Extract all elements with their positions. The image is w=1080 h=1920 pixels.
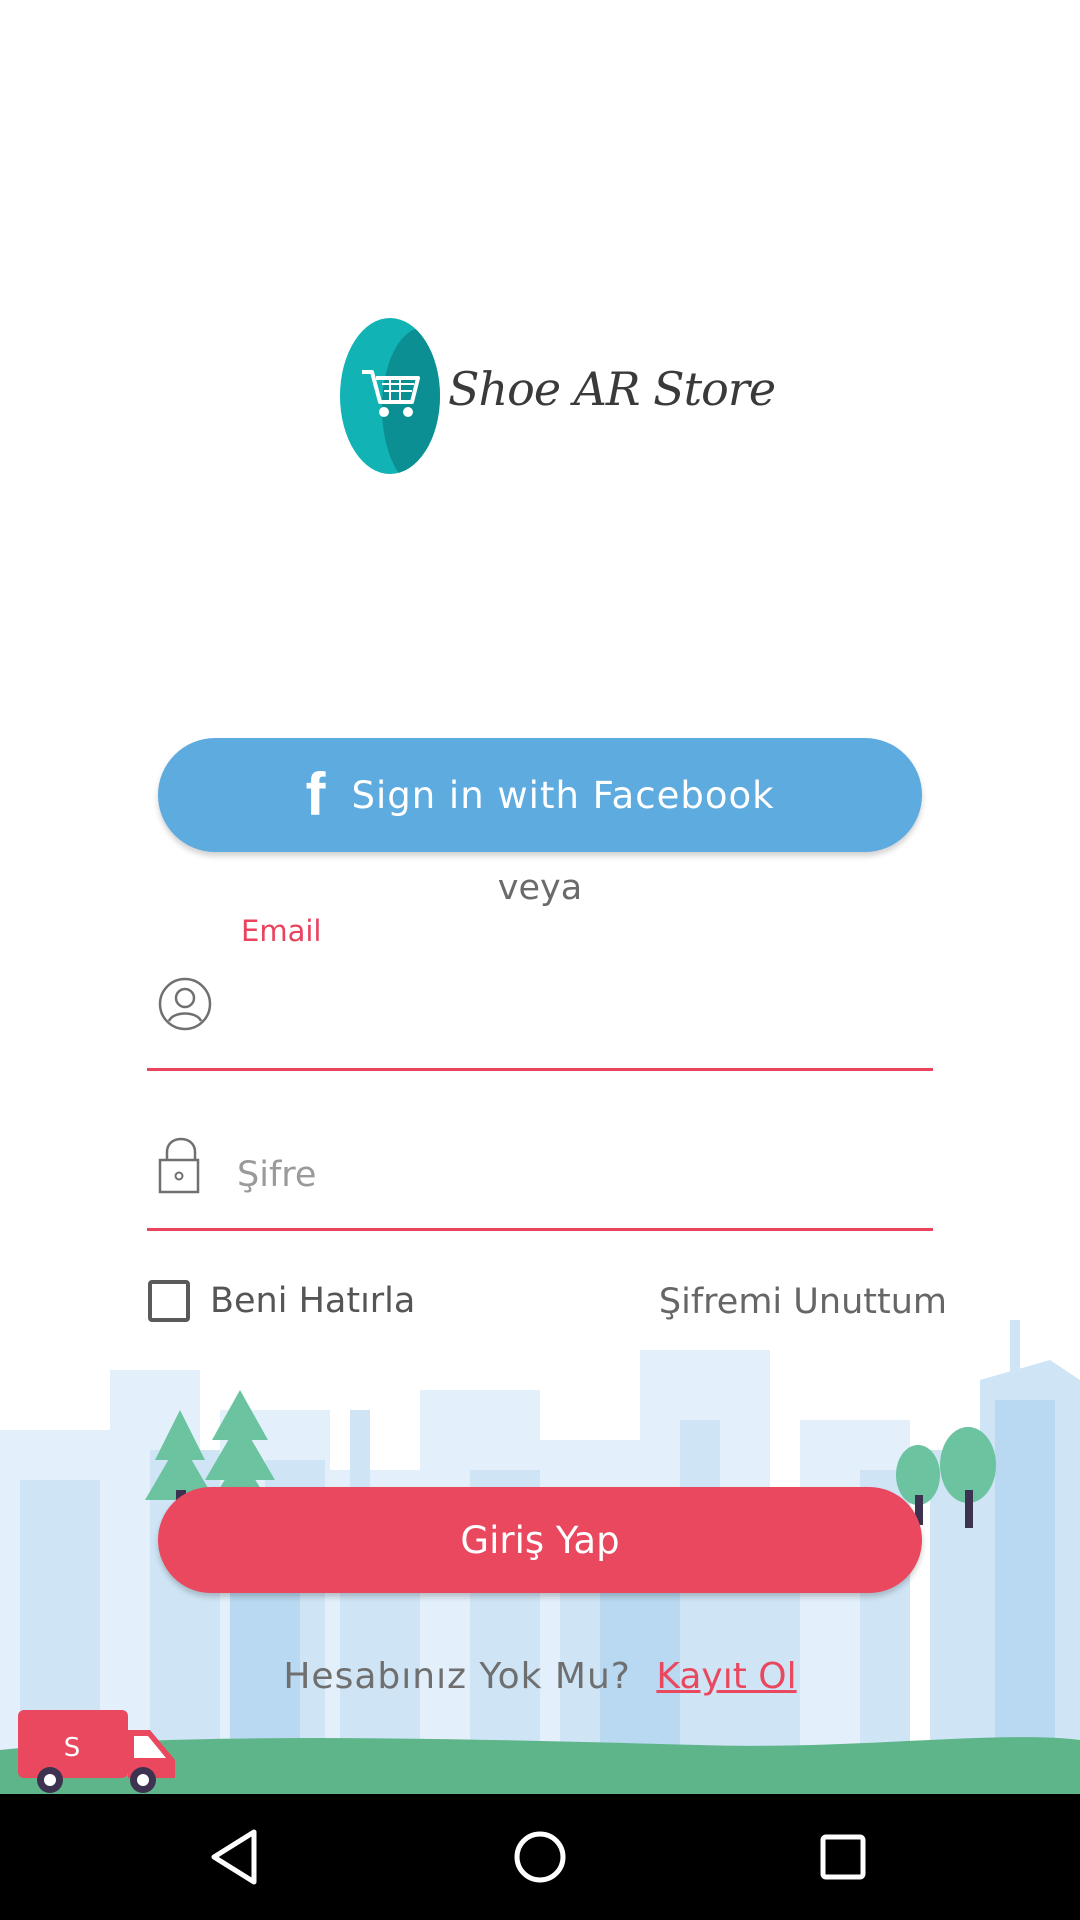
email-label: Email	[241, 914, 322, 948]
signup-row: Hesabınız Yok Mu? Kayıt Ol	[0, 1656, 1080, 1697]
facebook-signin-button[interactable]: f Sign in with Facebook	[158, 738, 922, 852]
email-input[interactable]	[235, 982, 919, 1048]
login-screen: S Shoe AR Store f Sign in with Facebook …	[0, 0, 1080, 1794]
login-button[interactable]: Giriş Yap	[158, 1487, 922, 1593]
or-separator: veya	[497, 868, 583, 908]
login-button-label: Giriş Yap	[460, 1518, 620, 1562]
remember-me-checkbox[interactable]: Beni Hatırla	[148, 1280, 415, 1322]
home-circle-icon[interactable]	[505, 1822, 575, 1892]
svg-text:S: S	[64, 1733, 81, 1763]
app-logo: Shoe AR Store	[340, 316, 776, 476]
navigation-bar	[0, 1794, 1080, 1920]
lock-icon	[158, 1137, 200, 1194]
logo-text: Shoe AR Store	[448, 362, 776, 416]
back-triangle-icon[interactable]	[200, 1822, 270, 1892]
cart-icon	[340, 318, 440, 474]
signup-question: Hesabınız Yok Mu?	[283, 1656, 631, 1697]
password-field-container	[147, 1128, 933, 1231]
facebook-signin-label: Sign in with Facebook	[351, 773, 775, 817]
checkbox-box[interactable]	[148, 1280, 190, 1322]
remember-me-label: Beni Hatırla	[210, 1281, 416, 1321]
facebook-f-icon: f	[305, 761, 326, 828]
email-field-container	[147, 968, 933, 1071]
forgot-password-link[interactable]: Şifremi Unuttum	[659, 1282, 947, 1322]
password-input[interactable]	[235, 1142, 919, 1208]
recents-square-icon[interactable]	[808, 1822, 878, 1892]
user-circle-icon	[158, 977, 212, 1031]
signup-link[interactable]: Kayıt Ol	[656, 1656, 796, 1697]
